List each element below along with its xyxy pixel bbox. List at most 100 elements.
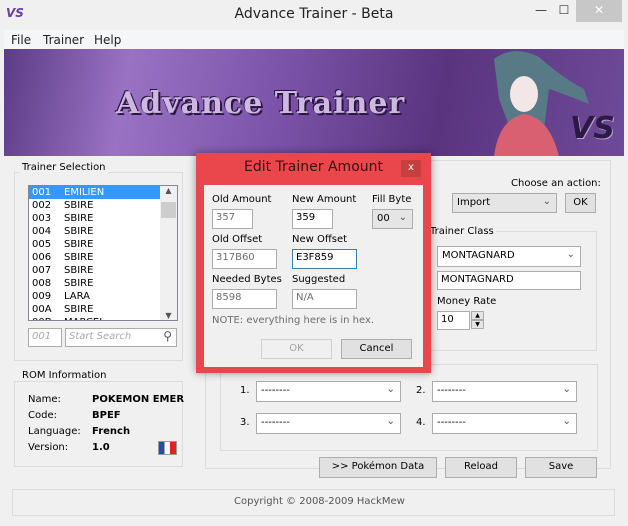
list-item[interactable]: 004 SBIRE — [29, 225, 160, 238]
trainer-class-select[interactable]: MONTAGNARD ⌄ — [437, 246, 581, 267]
new-offset-label: New Offset — [292, 234, 348, 245]
trainer-name: MARCEL — [64, 316, 105, 320]
dialog-close-button[interactable]: x — [401, 160, 421, 177]
rom-info-label: ROM Information — [20, 370, 109, 381]
fill-byte-select[interactable]: 00 ⌄ — [372, 209, 413, 229]
dialog-cancel-button[interactable]: Cancel — [341, 339, 412, 359]
pokemon-slot-select[interactable]: -------- ⌄ — [432, 413, 577, 434]
list-scrollbar[interactable]: ▲ ▼ — [160, 186, 177, 320]
trainer-name: SBIRE — [64, 239, 94, 250]
hex-note: NOTE: everything here is in hex. — [212, 315, 375, 326]
old-amount-label: Old Amount — [212, 194, 272, 205]
chevron-down-icon: ⌄ — [542, 196, 551, 207]
scroll-down-icon[interactable]: ▼ — [160, 311, 177, 320]
rom-field-label: Code: — [28, 410, 57, 421]
trainer-class-label: Trainer Class — [428, 226, 496, 237]
trainer-id: 004 — [32, 226, 52, 237]
chevron-down-icon: ⌄ — [398, 212, 407, 223]
trainer-name: SBIRE — [64, 304, 94, 315]
rom-field-label: Name: — [28, 394, 61, 405]
pokemon-slots-group — [220, 364, 598, 451]
trainer-class-name-input[interactable]: MONTAGNARD — [437, 271, 581, 290]
list-item[interactable]: 00A SBIRE — [29, 303, 160, 316]
trainer-id: 001 — [32, 187, 52, 198]
action-label: Choose an action: — [511, 178, 601, 189]
old-offset-label: Old Offset — [212, 234, 263, 245]
trainer-id-input[interactable]: 001 — [28, 328, 62, 347]
france-flag-icon — [158, 441, 177, 455]
pokemon-data-button[interactable]: >> Pokémon Data — [319, 457, 437, 478]
action-select[interactable]: Import ⌄ — [452, 193, 557, 213]
money-rate-label: Money Rate — [437, 296, 497, 307]
rom-field-value: 1.0 — [92, 442, 110, 453]
list-item[interactable]: 006 SBIRE — [29, 251, 160, 264]
list-item[interactable]: 003 SBIRE — [29, 212, 160, 225]
edit-trainer-amount-dialog: Edit Trainer Amount x Old Amount 357 New… — [196, 153, 431, 373]
chevron-down-icon: ⌄ — [562, 384, 571, 395]
money-rate-input[interactable]: 10 — [437, 311, 470, 330]
list-item[interactable]: 009 LARA — [29, 290, 160, 303]
trainer-id: 007 — [32, 265, 52, 276]
chevron-down-icon: ⌄ — [566, 249, 575, 260]
list-item[interactable]: 008 SBIRE — [29, 277, 160, 290]
action-ok-button[interactable]: OK — [565, 193, 596, 213]
list-item[interactable]: 007 SBIRE — [29, 264, 160, 277]
slot-number: 2. — [416, 385, 426, 396]
rom-field-value: French — [92, 426, 131, 437]
list-item[interactable]: 001 EMILIEN — [29, 186, 160, 199]
suggested-label: Suggested — [292, 274, 346, 285]
dialog-body: Old Amount 357 New Amount 359 Fill Byte … — [204, 185, 423, 367]
trainer-id: 002 — [32, 200, 52, 211]
trainer-name: SBIRE — [64, 200, 94, 211]
search-input[interactable]: Start Search ⚲ — [65, 328, 177, 347]
trainer-name: SBIRE — [64, 265, 94, 276]
suggested-input[interactable]: N/A — [292, 289, 357, 309]
trainer-name: SBIRE — [64, 278, 94, 289]
needed-bytes-input[interactable]: 8598 — [212, 289, 277, 309]
trainer-name: SBIRE — [64, 213, 94, 224]
rom-field-value: BPEF — [92, 410, 121, 421]
chevron-down-icon: ⌄ — [386, 416, 395, 427]
menu-file[interactable]: File — [11, 33, 31, 47]
pokemon-slot-select[interactable]: -------- ⌄ — [256, 381, 401, 402]
list-item[interactable]: 005 SBIRE — [29, 238, 160, 251]
chevron-down-icon: ⌄ — [562, 416, 571, 427]
trainer-id: 003 — [32, 213, 52, 224]
trainer-name: LARA — [64, 291, 91, 302]
search-icon[interactable]: ⚲ — [163, 329, 172, 343]
menu-trainer[interactable]: Trainer — [43, 33, 84, 47]
scroll-thumb[interactable] — [161, 202, 176, 218]
scroll-up-icon[interactable]: ▲ — [160, 186, 177, 200]
reload-button[interactable]: Reload — [445, 457, 517, 478]
trainer-name: SBIRE — [64, 252, 94, 263]
new-amount-input[interactable]: 359 — [292, 209, 333, 229]
spinner-up-icon[interactable]: ▲ — [471, 311, 484, 320]
old-amount-input[interactable]: 357 — [212, 209, 253, 229]
list-item[interactable]: 00BMARCEL — [29, 316, 160, 320]
dialog-ok-button[interactable]: OK — [261, 339, 332, 359]
new-offset-input[interactable]: E3F859 — [292, 249, 357, 269]
trainer-selection-label: Trainer Selection — [20, 162, 108, 173]
spinner-down-icon[interactable]: ▼ — [471, 320, 484, 329]
pokemon-slot-select[interactable]: -------- ⌄ — [432, 381, 577, 402]
new-amount-label: New Amount — [292, 194, 357, 205]
trainer-name: EMILIEN — [64, 187, 105, 198]
trainer-list[interactable]: 001 EMILIEN 002 SBIRE 003 SBIRE 004 SBIRE 005 SBI… — [28, 185, 178, 321]
trainer-id: 00A — [32, 304, 52, 315]
pokemon-slot-select[interactable]: -------- ⌄ — [256, 413, 401, 434]
trainer-id: 005 — [32, 239, 52, 250]
minimize-button[interactable]: — — [530, 0, 552, 22]
list-item[interactable]: 002 SBIRE — [29, 199, 160, 212]
old-offset-input[interactable]: 317B60 — [212, 249, 277, 269]
maximize-button[interactable]: ☐ — [552, 0, 576, 22]
vs-logo: VS — [570, 111, 615, 146]
save-button[interactable]: Save — [525, 457, 597, 478]
close-button[interactable]: ✕ — [576, 0, 622, 22]
dialog-title: Edit Trainer Amount — [244, 159, 383, 175]
copyright-text: Copyright © 2008-2009 HackMew — [234, 496, 405, 507]
rom-field-value: POKEMON EMER — [92, 394, 185, 405]
trainer-id: 006 — [32, 252, 52, 263]
slot-number: 4. — [416, 417, 426, 428]
menu-help[interactable]: Help — [94, 33, 121, 47]
trainer-id: 009 — [32, 291, 52, 302]
